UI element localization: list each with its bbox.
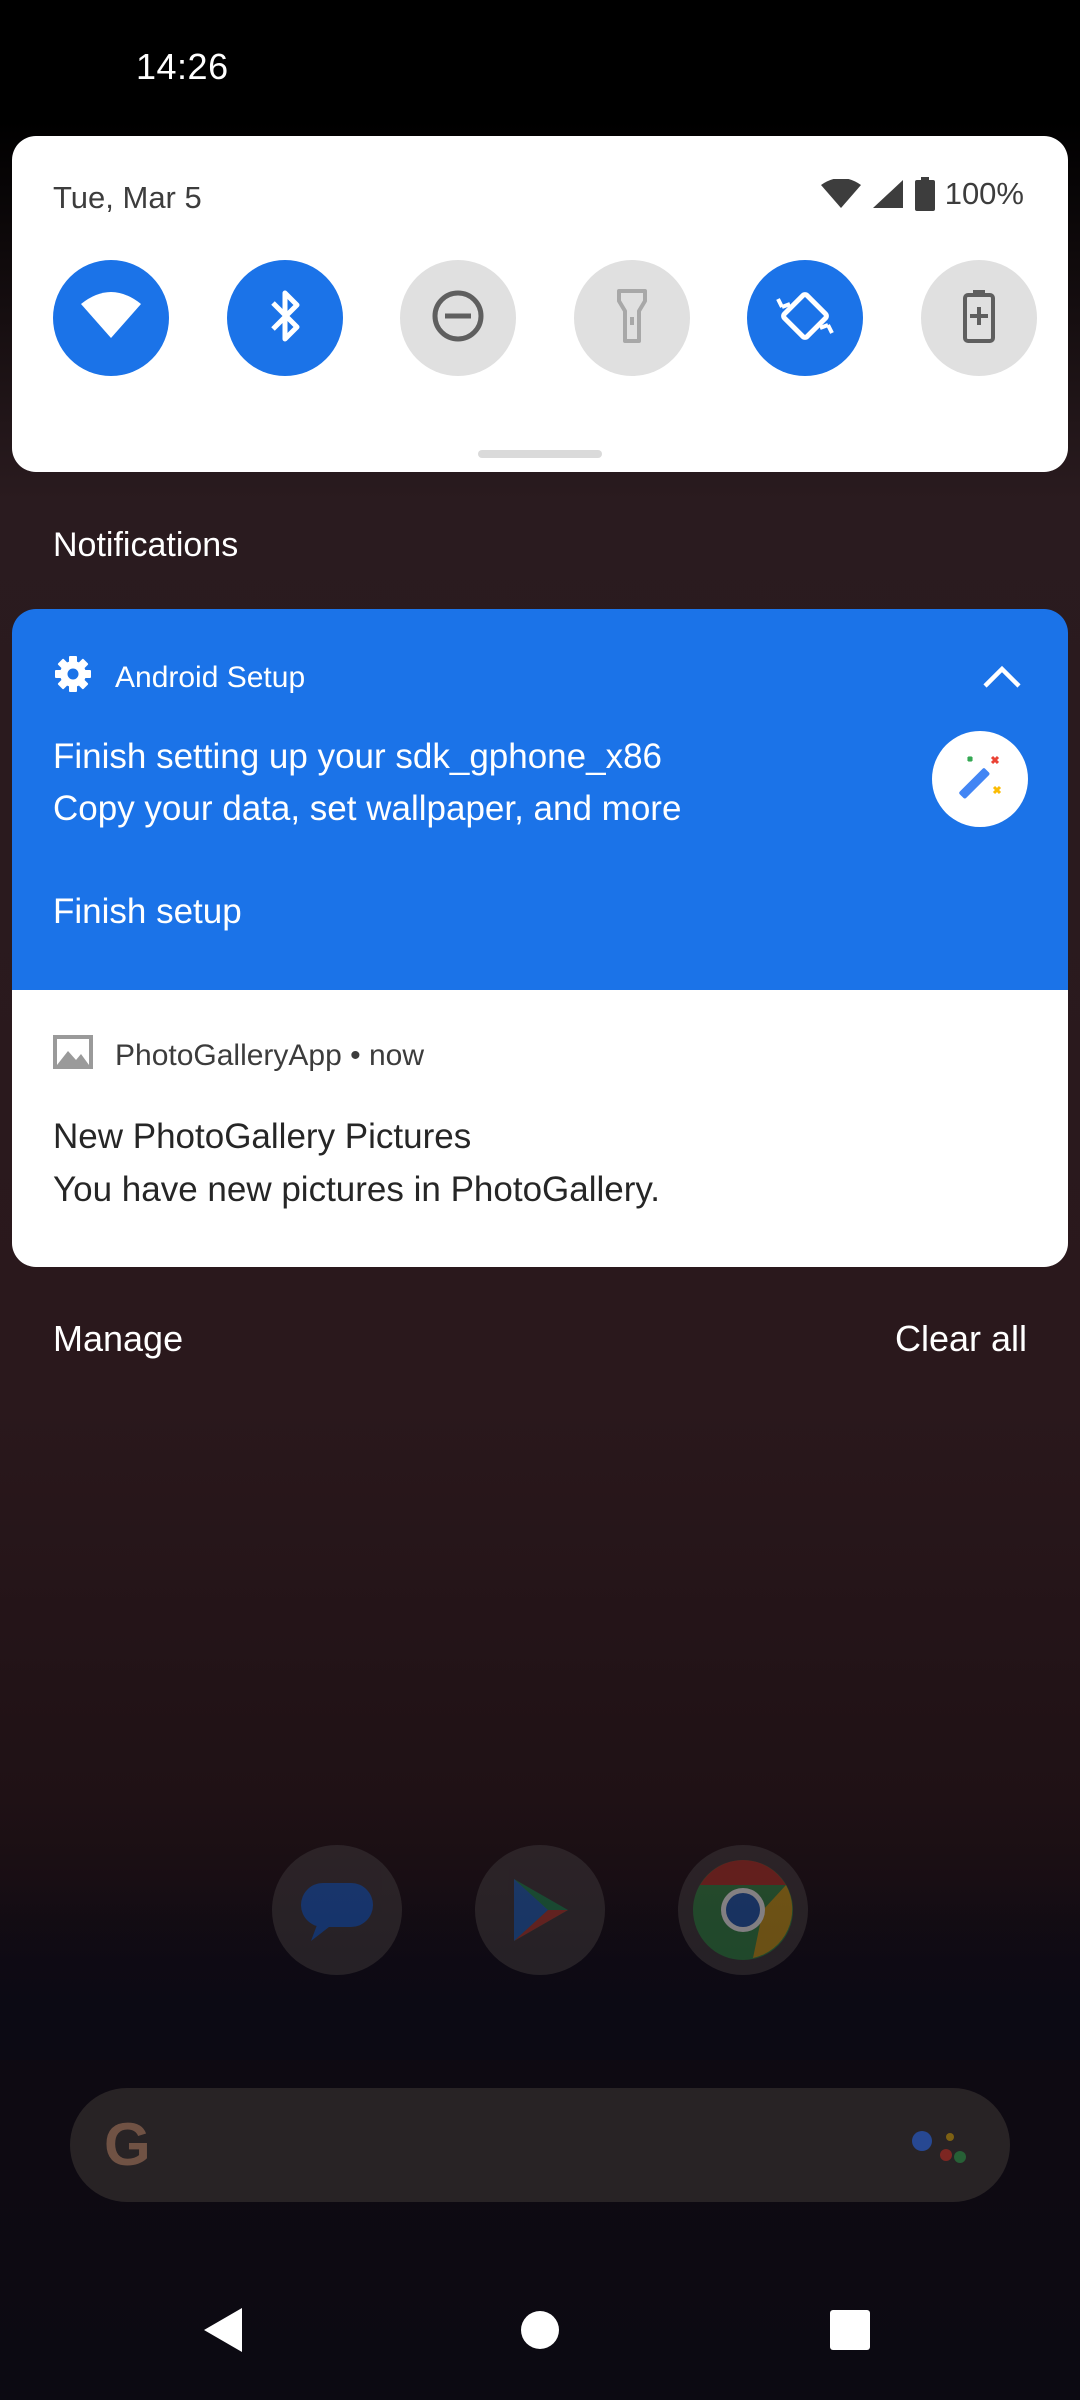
- assistant-icon[interactable]: [910, 2121, 970, 2171]
- notification-dot-separator: •: [350, 1039, 369, 1072]
- recents-icon[interactable]: [810, 2290, 890, 2370]
- status-bar: 14:26: [0, 0, 1080, 136]
- manage-button[interactable]: Manage: [53, 1318, 183, 1360]
- notification-title: New PhotoGallery Pictures: [53, 1117, 472, 1156]
- quick-settings-panel[interactable]: Tue, Mar 5 100%: [12, 136, 1068, 472]
- home-dock: [272, 1845, 808, 1975]
- auto-rotate-icon: [776, 287, 835, 350]
- back-icon[interactable]: [184, 2290, 264, 2370]
- notification-title: Finish setting up your sdk_gphone_x86: [53, 737, 663, 776]
- bluetooth-icon: [267, 289, 303, 348]
- gear-icon: [53, 654, 93, 702]
- notifications-header: Notifications: [53, 526, 239, 564]
- qs-status-icons: 100%: [820, 176, 1024, 212]
- status-time: 14:26: [136, 46, 229, 87]
- qs-drag-handle[interactable]: [478, 450, 602, 458]
- home-icon[interactable]: [500, 2290, 580, 2370]
- cell-signal-icon: [871, 178, 905, 210]
- magic-wand-icon: [932, 731, 1028, 827]
- auto-rotate-tile[interactable]: [747, 260, 864, 376]
- play-store-icon[interactable]: [475, 1845, 605, 1975]
- battery-icon: [914, 177, 935, 211]
- bluetooth-tile[interactable]: [226, 260, 343, 376]
- clear-all-button[interactable]: Clear all: [895, 1318, 1027, 1360]
- notification-app-name: Android Setup: [115, 661, 306, 694]
- wifi-icon: [80, 291, 142, 345]
- image-icon: [53, 1035, 93, 1077]
- do-not-disturb-tile[interactable]: [400, 260, 517, 376]
- notification-text: Copy your data, set wallpaper, and more: [53, 789, 682, 828]
- notification-time: now: [369, 1039, 425, 1072]
- flashlight-tile[interactable]: [573, 260, 690, 376]
- notification-app-row: Android Setup: [53, 654, 305, 702]
- collapse-chevron-icon[interactable]: [982, 663, 1022, 694]
- flashlight-icon: [616, 288, 647, 348]
- do-not-disturb-icon: [431, 289, 485, 348]
- notification-app-name: PhotoGalleryApp: [115, 1039, 342, 1072]
- battery-saver-icon: [962, 289, 996, 348]
- google-search-bar[interactable]: G: [70, 2088, 1010, 2202]
- messages-icon[interactable]: [272, 1845, 402, 1975]
- wifi-signal-icon: [820, 179, 861, 209]
- photogallery-notification[interactable]: PhotoGalleryApp • now New PhotoGallery P…: [12, 990, 1068, 1267]
- notification-group: Android Setup Finish setting up your sdk…: [12, 609, 1068, 1267]
- wifi-tile[interactable]: [53, 260, 169, 376]
- notification-text: You have new pictures in PhotoGallery.: [53, 1170, 661, 1209]
- google-logo: G: [104, 2111, 151, 2178]
- battery-saver-tile[interactable]: [920, 260, 1037, 376]
- finish-setup-button[interactable]: Finish setup: [53, 892, 242, 932]
- notification-app-row: PhotoGalleryApp • now: [53, 1035, 424, 1077]
- chrome-icon[interactable]: [678, 1845, 808, 1975]
- navigation-bar: [0, 2268, 1080, 2400]
- android-setup-notification[interactable]: Android Setup Finish setting up your sdk…: [12, 609, 1068, 990]
- qs-date[interactable]: Tue, Mar 5: [53, 180, 202, 216]
- qs-tiles: [53, 260, 1037, 376]
- battery-percent: 100%: [944, 176, 1024, 211]
